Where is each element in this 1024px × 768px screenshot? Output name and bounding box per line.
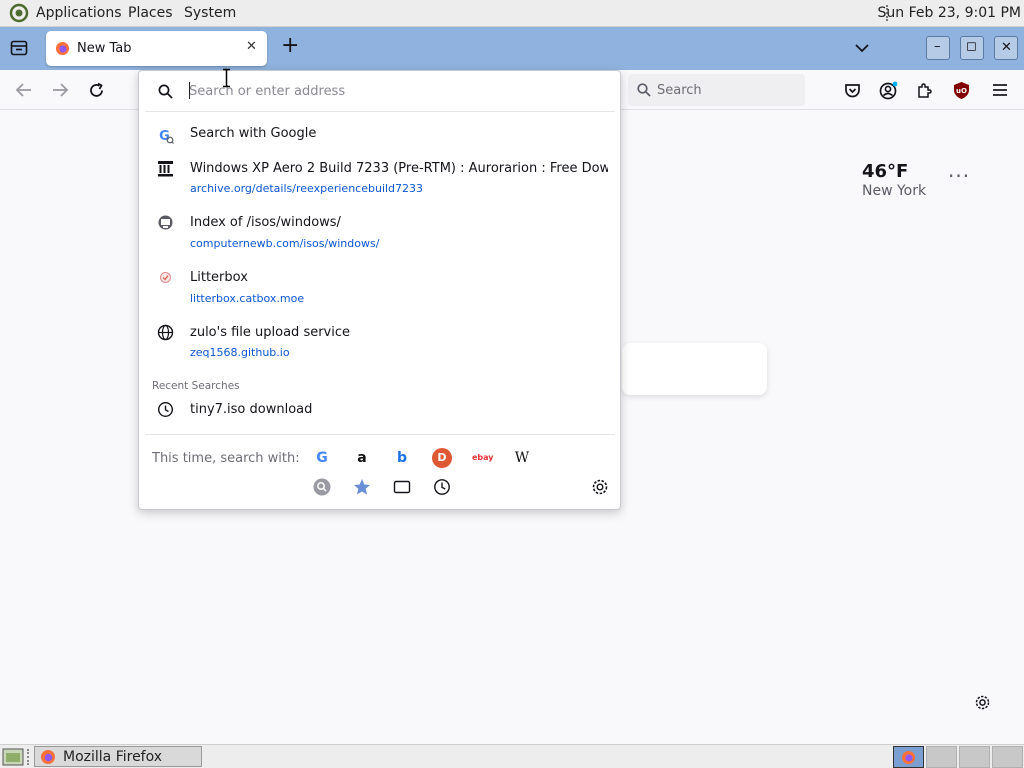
result-url: zeq1568.github.io [190,346,290,359]
tab-strip: New Tab ✕ + – ◻ ✕ [0,27,1024,70]
engine-google-button[interactable]: G [312,448,332,468]
result-title: Windows XP Aero 2 Build 7233 (Pre-RTM) :… [190,161,608,176]
restore-button[interactable]: ◻ [960,36,984,60]
workspace-3[interactable] [959,746,990,768]
result-title: Index of /isos/windows/ [190,215,341,230]
litterbox-icon [160,272,171,283]
recent-search-item[interactable]: tiny7.iso download [139,397,620,423]
tab-close-icon[interactable]: ✕ [246,39,257,54]
firefox-taskbar-icon [41,750,55,764]
show-desktop-icon[interactable] [2,747,24,767]
engine-wikipedia-button[interactable]: W [512,448,532,468]
close-window-button[interactable]: ✕ [994,36,1018,60]
tab-new-tab[interactable]: New Tab ✕ [46,31,267,66]
weather-temperature[interactable]: 46°F [862,161,908,182]
google-icon: G [159,129,174,144]
menu-applications[interactable]: Applications [36,5,122,21]
divider [145,111,615,112]
result-title: Search with Google [190,126,317,141]
globe-icon [157,324,174,341]
recent-searches-header: Recent Searches [152,380,240,392]
engine-ebay-button[interactable]: ebay [472,448,494,468]
taskbar-window-label: Mozilla Firefox [63,749,163,765]
result-history-item[interactable]: Litterbox litterbox.catbox.moe [139,266,620,312]
workspace-4[interactable] [992,746,1023,768]
close-window-icon: ✕ [1001,40,1012,55]
engine-amazon-button[interactable]: a [352,448,372,468]
site-icon [158,215,173,230]
recent-search-text: tiny7.iso download [190,402,313,417]
back-icon[interactable] [15,82,33,98]
text-cursor-icon [223,68,230,88]
weather-location[interactable]: New York [862,183,926,199]
workspace-2[interactable] [926,746,957,768]
engine-duckduckgo-button[interactable]: D [432,448,452,468]
weather-more-icon[interactable]: ··· [948,164,970,188]
menu-hamburger-icon[interactable] [992,83,1008,97]
result-url: computernewb.com/isos/windows/ [190,237,380,250]
result-title: zulo's file upload service [190,325,351,340]
menu-places[interactable]: Places [128,5,173,21]
system-panel: Applications Places System Sun Feb 23, 9… [0,0,1024,27]
workspace-1[interactable] [893,746,924,768]
customize-gear-icon[interactable] [974,694,991,711]
toolbar-search-box[interactable]: Search [628,74,805,106]
history-mode-icon[interactable] [432,477,452,497]
firefox-workspace-icon [901,750,916,765]
firefox-view-icon[interactable] [10,40,28,56]
result-history-item[interactable]: Windows XP Aero 2 Build 7233 (Pre-RTM) :… [139,157,620,203]
history-clock-icon [157,401,174,418]
result-search-with-google[interactable]: G Search with Google [139,121,620,151]
taskbar: Mozilla Firefox [0,744,1024,768]
urlbar-dropdown: G Search with Google Windows XP Aero 2 B… [138,70,621,510]
shortcut-card[interactable] [622,343,767,395]
one-off-search-label: This time, search with: [152,451,300,466]
account-icon[interactable] [879,81,898,100]
search-history-mode-icon[interactable] [312,477,332,497]
archive-icon [158,161,173,177]
extensions-icon[interactable] [916,82,933,99]
tabs-mode-icon[interactable] [392,477,412,497]
urlbar-search-icon [158,84,173,99]
minimize-button[interactable]: – [926,36,950,60]
divider [145,434,615,435]
taskbar-handle [27,749,30,765]
result-title: Litterbox [190,270,248,285]
text-caret [189,82,190,99]
new-tab-button[interactable]: + [281,33,299,58]
result-url: archive.org/details/reexperiencebuild723… [190,182,424,195]
menu-system[interactable]: System [184,5,236,21]
result-url: litterbox.catbox.moe [190,292,305,305]
result-history-item[interactable]: Index of /isos/windows/ computernewb.com… [139,211,620,257]
toolbar-search-placeholder: Search [657,83,702,98]
svg-text:uO: uO [956,87,967,95]
tab-title: New Tab [77,41,132,56]
pocket-icon[interactable] [844,82,861,99]
firefox-favicon-icon [55,41,70,56]
address-input[interactable] [189,81,609,101]
restore-icon: ◻ [966,39,977,54]
minimize-icon: – [934,39,941,54]
distro-logo-icon[interactable] [9,3,31,23]
engine-bing-button[interactable]: b [392,448,412,468]
search-settings-gear-icon[interactable] [590,477,610,497]
result-history-item[interactable]: zulo's file upload service zeq1568.githu… [139,321,620,367]
forward-icon[interactable] [51,82,69,98]
reload-icon[interactable] [88,82,105,99]
list-all-tabs-icon[interactable] [855,43,869,53]
ublock-origin-icon[interactable]: uO [953,81,970,100]
taskbar-firefox-window[interactable]: Mozilla Firefox [34,746,202,767]
clock[interactable]: Sun Feb 23, 9:01 PM [878,5,1021,21]
bookmarks-mode-icon[interactable] [352,477,372,497]
search-icon [637,83,651,97]
